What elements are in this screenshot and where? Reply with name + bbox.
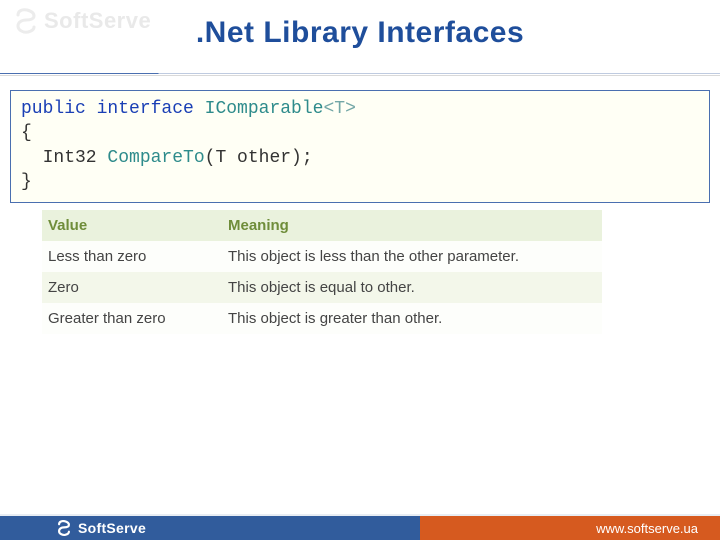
table-row: Greater than zero This object is greater… (42, 303, 602, 334)
footer-url-area: www.softserve.ua (420, 516, 720, 540)
slide-title: .Net Library Interfaces (0, 16, 720, 50)
cell-meaning: This object is equal to other. (222, 272, 602, 303)
method-name: CompareTo (107, 148, 204, 168)
header-meaning: Meaning (222, 210, 602, 241)
code-block: public interface IComparable<T> { Int32 … (10, 90, 710, 203)
cell-meaning: This object is less than the other param… (222, 241, 602, 272)
header-value: Value (42, 210, 222, 241)
table-row: Zero This object is equal to other. (42, 272, 602, 303)
type-name: IComparable (205, 99, 324, 119)
cell-meaning: This object is greater than other. (222, 303, 602, 334)
generic-param: <T> (323, 99, 355, 119)
footer-brand-text: SoftServe (78, 520, 146, 536)
cell-value: Zero (42, 272, 222, 303)
footer-brand-area: SoftServe (0, 516, 420, 540)
code-line-3: Int32 CompareTo(T other); (21, 146, 699, 170)
table-row: Less than zero This object is less than … (42, 241, 602, 272)
keyword: public interface (21, 99, 194, 119)
footer-logo-icon (56, 520, 72, 536)
meaning-table: Value Meaning Less than zero This object… (42, 210, 602, 334)
slide: SoftServe .Net Library Interfaces public… (0, 0, 720, 540)
title-divider (0, 73, 720, 76)
code-line-2: { (21, 121, 699, 145)
cell-value: Greater than zero (42, 303, 222, 334)
code-line-1: public interface IComparable<T> (21, 97, 699, 121)
code-line-4: } (21, 170, 699, 194)
return-type: Int32 (43, 148, 97, 168)
table-header-row: Value Meaning (42, 210, 602, 241)
footer-url: www.softserve.ua (596, 521, 698, 536)
cell-value: Less than zero (42, 241, 222, 272)
footer-bar: SoftServe www.softserve.ua (0, 516, 720, 540)
